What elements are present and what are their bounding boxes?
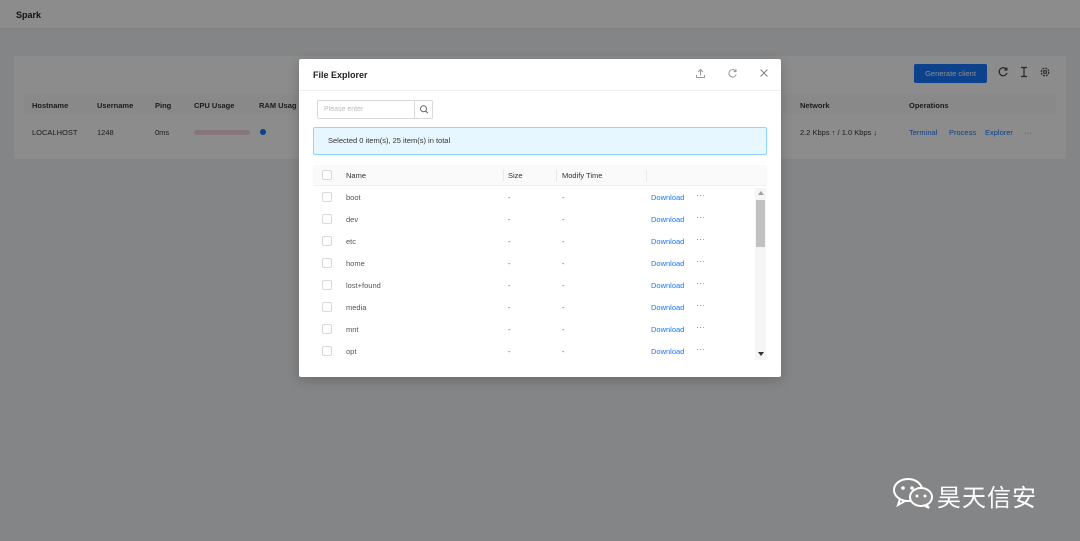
column-divider: [646, 170, 647, 181]
file-modified: -: [562, 281, 565, 290]
modal-title: File Explorer: [313, 70, 368, 80]
download-link[interactable]: Download: [651, 281, 684, 290]
search-icon: [420, 105, 429, 114]
more-actions[interactable]: ···: [696, 301, 706, 310]
column-divider: [556, 170, 557, 181]
row-checkbox[interactable]: [322, 346, 332, 356]
download-link[interactable]: Download: [651, 347, 684, 356]
col-size[interactable]: Size: [508, 171, 523, 180]
table-row[interactable]: boot - - Download ···: [313, 186, 753, 208]
file-size: -: [508, 193, 511, 202]
search-input[interactable]: [318, 101, 414, 118]
row-checkbox[interactable]: [322, 302, 332, 312]
download-link[interactable]: Download: [651, 215, 684, 224]
download-link[interactable]: Download: [651, 259, 684, 268]
file-name[interactable]: mnt: [346, 325, 359, 334]
wechat-icon: [893, 478, 933, 509]
download-link[interactable]: Download: [651, 237, 684, 246]
row-checkbox[interactable]: [322, 214, 332, 224]
file-modified: -: [562, 215, 565, 224]
file-size: -: [508, 215, 511, 224]
file-size: -: [508, 347, 511, 356]
row-checkbox[interactable]: [322, 258, 332, 268]
file-size: -: [508, 237, 511, 246]
table-row[interactable]: mnt - - Download ···: [313, 318, 753, 340]
file-name[interactable]: home: [346, 259, 365, 268]
more-actions[interactable]: ···: [696, 257, 706, 266]
col-name[interactable]: Name: [346, 171, 366, 180]
file-size: -: [508, 325, 511, 334]
file-name[interactable]: lost+found: [346, 281, 381, 290]
file-name[interactable]: media: [346, 303, 366, 312]
more-actions[interactable]: ···: [696, 235, 706, 244]
download-link[interactable]: Download: [651, 303, 684, 312]
watermark-text: 昊天信安: [937, 484, 1037, 512]
more-actions[interactable]: ···: [696, 191, 706, 200]
scroll-thumb[interactable]: [756, 200, 765, 247]
refresh-icon[interactable]: [725, 68, 739, 82]
file-name[interactable]: etc: [346, 237, 356, 246]
file-size: -: [508, 259, 511, 268]
selection-summary-alert: Selected 0 item(s), 25 item(s) in total: [313, 127, 767, 155]
modal-divider: [299, 90, 781, 91]
scroll-down-arrow[interactable]: [758, 352, 764, 356]
row-checkbox[interactable]: [322, 324, 332, 334]
more-actions[interactable]: ···: [696, 213, 706, 222]
table-row[interactable]: opt - - Download ···: [313, 340, 753, 362]
row-checkbox[interactable]: [322, 192, 332, 202]
files-table-header: Name Size Modify Time: [313, 165, 767, 186]
search-button[interactable]: [414, 101, 432, 118]
table-row[interactable]: media - - Download ···: [313, 296, 753, 318]
file-modified: -: [562, 237, 565, 246]
scroll-up-arrow[interactable]: [758, 191, 764, 195]
download-link[interactable]: Download: [651, 325, 684, 334]
upload-icon[interactable]: [693, 68, 707, 82]
file-modified: -: [562, 193, 565, 202]
file-name[interactable]: boot: [346, 193, 361, 202]
download-link[interactable]: Download: [651, 193, 684, 202]
more-actions[interactable]: ···: [696, 323, 706, 332]
row-checkbox[interactable]: [322, 280, 332, 290]
table-row[interactable]: lost+found - - Download ···: [313, 274, 753, 296]
file-name[interactable]: opt: [346, 347, 356, 356]
more-actions[interactable]: ···: [696, 279, 706, 288]
file-modified: -: [562, 259, 565, 268]
search-box: [317, 100, 433, 119]
file-modified: -: [562, 325, 565, 334]
file-modified: -: [562, 347, 565, 356]
more-actions[interactable]: ···: [696, 345, 706, 354]
file-explorer-modal: File Explorer Selected 0 item(s), 25 ite…: [299, 59, 781, 377]
table-row[interactable]: dev - - Download ···: [313, 208, 753, 230]
file-size: -: [508, 281, 511, 290]
row-checkbox[interactable]: [322, 236, 332, 246]
file-size: -: [508, 303, 511, 312]
files-scrollbar[interactable]: [755, 188, 766, 360]
watermark: 昊天信安: [892, 476, 1062, 512]
table-row[interactable]: etc - - Download ···: [313, 230, 753, 252]
files-list: boot - - Download ··· dev - - Download ·…: [313, 186, 753, 362]
file-modified: -: [562, 303, 565, 312]
table-row[interactable]: home - - Download ···: [313, 252, 753, 274]
file-name[interactable]: dev: [346, 215, 358, 224]
select-all-checkbox[interactable]: [322, 170, 332, 180]
col-modify-time[interactable]: Modify Time: [562, 171, 602, 180]
close-icon[interactable]: [757, 68, 771, 82]
column-divider: [503, 170, 504, 181]
